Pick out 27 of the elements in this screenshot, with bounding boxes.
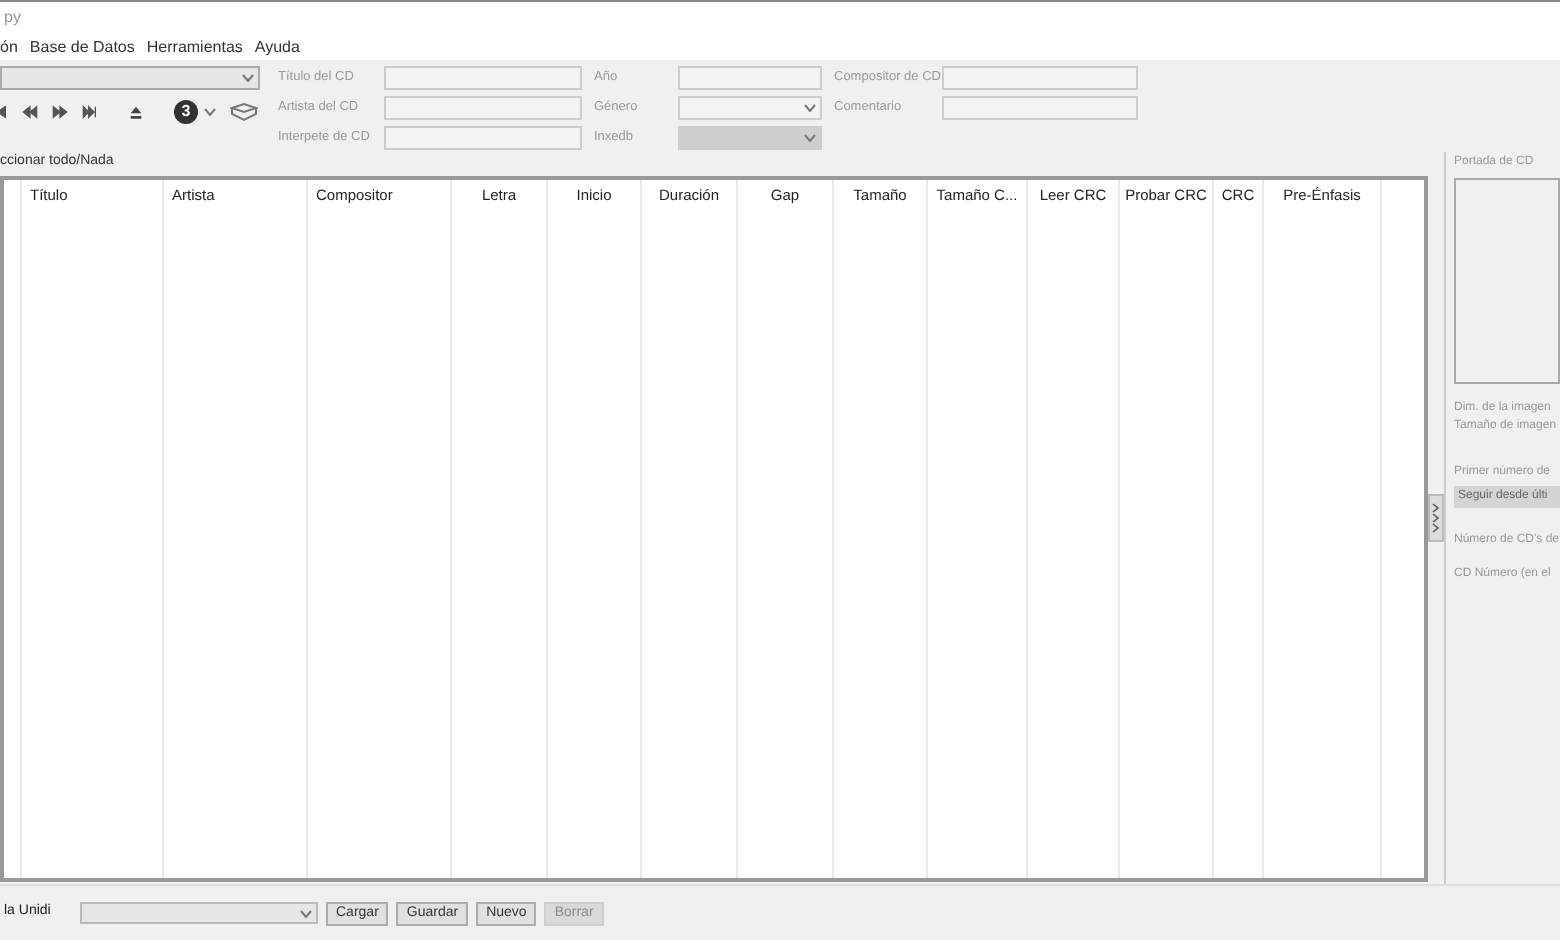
skip-forward-icon[interactable] [82,104,98,120]
menu-item[interactable]: Herramientas [146,35,243,59]
track-number-badge[interactable]: 3 [174,100,198,124]
splitter-handle[interactable] [1428,494,1444,542]
input-field[interactable] [384,96,582,120]
chevrons-icon [1432,502,1440,534]
input-field[interactable] [678,66,822,90]
disc-drive-icon[interactable] [230,102,258,122]
drive-select[interactable] [0,66,260,90]
caret-icon [804,134,816,142]
caret-icon [804,104,816,112]
input-field[interactable] [384,126,582,150]
input-field[interactable] [942,96,1138,120]
rewind-icon[interactable] [22,104,38,120]
caret-icon [300,909,312,917]
drive-dropdown[interactable] [80,902,318,924]
input-field[interactable] [384,66,582,90]
input-field[interactable] [942,66,1138,90]
window-title: py [4,6,21,30]
caret-icon [204,108,216,116]
fast-forward-icon[interactable] [52,104,68,120]
eject-icon[interactable] [128,104,144,120]
menu-item[interactable]: Ayuda [254,35,300,59]
menu-item[interactable]: ón [0,35,18,59]
caret-icon [242,74,254,82]
dropdown-field[interactable] [678,96,822,120]
menu-item[interactable]: Base de Datos [29,35,135,59]
